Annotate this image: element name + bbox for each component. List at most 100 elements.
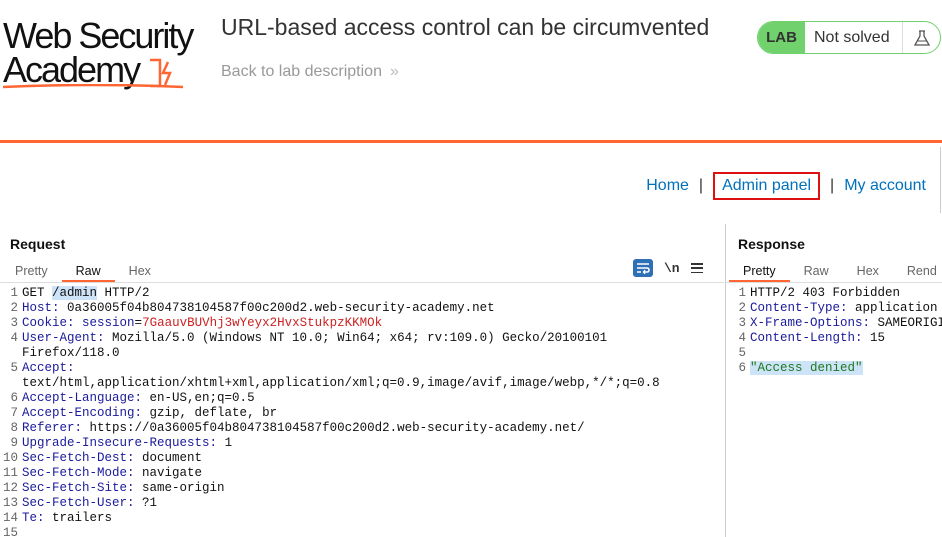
header-value: 15 [870,331,886,345]
nav-separator: | [698,177,704,194]
lab-header: Web Security Academy URL-based access co… [0,0,942,143]
lab-status-widget: LAB Not solved [757,21,941,54]
request-code-line: 3 Cookie: session=7GaauvBUVhj3wYeyx2HvxSt… [0,316,722,331]
tab-response-raw[interactable]: Raw [790,260,843,282]
line-number: 4 [10,331,18,345]
lab-title: URL-based access control can be circumve… [221,14,710,40]
header-value: https://0a36005f04b804738104587f00c200d2… [89,421,585,435]
back-to-lab-description-link[interactable]: Back to lab description » [221,63,399,81]
hamburger-menu-icon[interactable] [690,263,703,273]
logo-underline-icon [3,84,183,89]
request-toolbar: \n [633,259,703,277]
tab-response-render[interactable]: Rend [893,260,942,282]
response-editor[interactable]: 1 HTTP/2 403 Forbidden 2 Content-Type: appl… [728,286,942,376]
header-name: Content-Type: [750,301,848,315]
line-number: 3 [10,316,18,330]
line-text: X-Frame-Options: SAMEORIGIN [750,316,942,331]
request-path: /admin [52,286,98,300]
header-value: gzip, deflate, br [149,406,278,420]
header-value: ?1 [142,496,158,510]
lab-status-text: Not solved [814,28,890,46]
request-code-line: 15 [0,526,722,537]
request-code-line: 1 GET /admin HTTP/2 [0,286,722,301]
response-panel-title: Response [738,236,805,252]
response-code-line: 2 Content-Type: application [728,301,942,316]
line-text: Firefox/118.0 [22,346,120,360]
request-panel-title: Request [10,236,66,252]
show-newlines-button[interactable]: \n [664,261,680,276]
request-code-line: 5 Accept: [0,361,722,376]
line-number: 5 [738,346,746,360]
line-number: 2 [738,301,746,315]
header-value: SAMEORIGIN [877,316,942,330]
word-wrap-icon[interactable] [633,259,653,277]
header-value: 0a36005f04b804738104587f00c200d2.web-sec… [67,301,495,315]
site-nav: Home | Admin panel | My account [646,172,926,200]
request-code-line: 7 Accept-Encoding: gzip, deflate, br [0,406,722,421]
line-number: 1 [10,286,18,300]
tab-request-pretty[interactable]: Pretty [1,260,62,282]
line-number [0,346,22,361]
line-text: Accept-Encoding: gzip, deflate, br [22,406,277,421]
page-edge-rule [940,147,941,213]
request-code-line: 9 Upgrade-Insecure-Requests: 1 [0,436,722,451]
line-text: Referer: https://0a36005f04b804738104587… [22,421,585,436]
line-text: Accept: [22,361,75,376]
tab-request-hex[interactable]: Hex [115,260,165,282]
header-value: 1 [224,436,233,450]
header-name: Cookie: [22,316,75,330]
line-text: text/html,application/xhtml+xml,applicat… [22,376,660,390]
line-number: 3 [738,316,746,330]
response-code-line: 3 X-Frame-Options: SAMEORIGIN [728,316,942,331]
nav-admin-panel-link[interactable]: Admin panel [713,172,821,200]
line-text: Sec-Fetch-User: ?1 [22,496,157,511]
lab-badge: LAB [758,22,805,53]
request-code-line: text/html,application/xhtml+xml,applicat… [0,376,722,391]
request-tabs: Pretty Raw Hex [1,260,165,282]
header-name: Accept: [22,361,75,375]
line-number: 2 [10,301,18,315]
tab-response-hex[interactable]: Hex [843,260,893,282]
line-text: Content-Length: 15 [750,331,885,346]
logo-line2: Academy [3,49,141,90]
line-text: GET /admin HTTP/2 [22,286,150,300]
request-code-line: 6 Accept-Language: en-US,en;q=0.5 [0,391,722,406]
line-text: Accept-Language: en-US,en;q=0.5 [22,391,255,406]
header-name: Sec-Fetch-Mode: [22,466,135,480]
request-code-line: Firefox/118.0 [0,346,722,361]
header-value: en-US,en;q=0.5 [149,391,255,405]
request-code-line: 14 Te: trailers [0,511,722,526]
nav-my-account-link[interactable]: My account [844,177,926,195]
request-tabs-rule [0,282,724,283]
line-number [0,376,22,391]
tab-request-raw[interactable]: Raw [61,260,115,282]
header-name: Content-Length: [750,331,863,345]
header-name: Upgrade-Insecure-Requests: [22,436,218,450]
header-value: Mozilla/5.0 (Windows NT 10.0; Win64; x64… [112,331,608,345]
line-text: Upgrade-Insecure-Requests: 1 [22,436,232,451]
response-code-line: 6 "Access denied" [728,361,942,376]
line-number: 12 [2,481,18,495]
line-text: "Access denied" [750,361,863,376]
cookie-name: session [82,316,135,330]
line-text: Te: trailers [22,511,112,526]
request-code-line: 10 Sec-Fetch-Dest: document [0,451,722,466]
line-number: 6 [738,361,746,375]
line-number: 5 [10,361,18,375]
line-text: Sec-Fetch-Mode: navigate [22,466,202,481]
nav-home-link[interactable]: Home [646,177,689,195]
panel-divider[interactable] [725,224,726,537]
line-number: 11 [2,466,18,480]
line-text: Sec-Fetch-Dest: document [22,451,202,466]
header-value: navigate [142,466,203,480]
web-security-academy-logo[interactable]: Web Security Academy [3,18,208,93]
header-name: Sec-Fetch-User: [22,496,135,510]
line-text: Host: 0a36005f04b804738104587f00c200d2.w… [22,301,495,316]
request-code-line: 4 User-Agent: Mozilla/5.0 (Windows NT 10.… [0,331,722,346]
tab-response-pretty[interactable]: Pretty [729,260,790,282]
request-editor[interactable]: 1 GET /admin HTTP/2 2 Host: 0a36005f04b8047… [0,286,722,537]
header-name: Sec-Fetch-Dest: [22,451,135,465]
line-number: 13 [2,496,18,510]
line-number: 14 [2,511,18,525]
nav-separator: | [830,177,835,194]
